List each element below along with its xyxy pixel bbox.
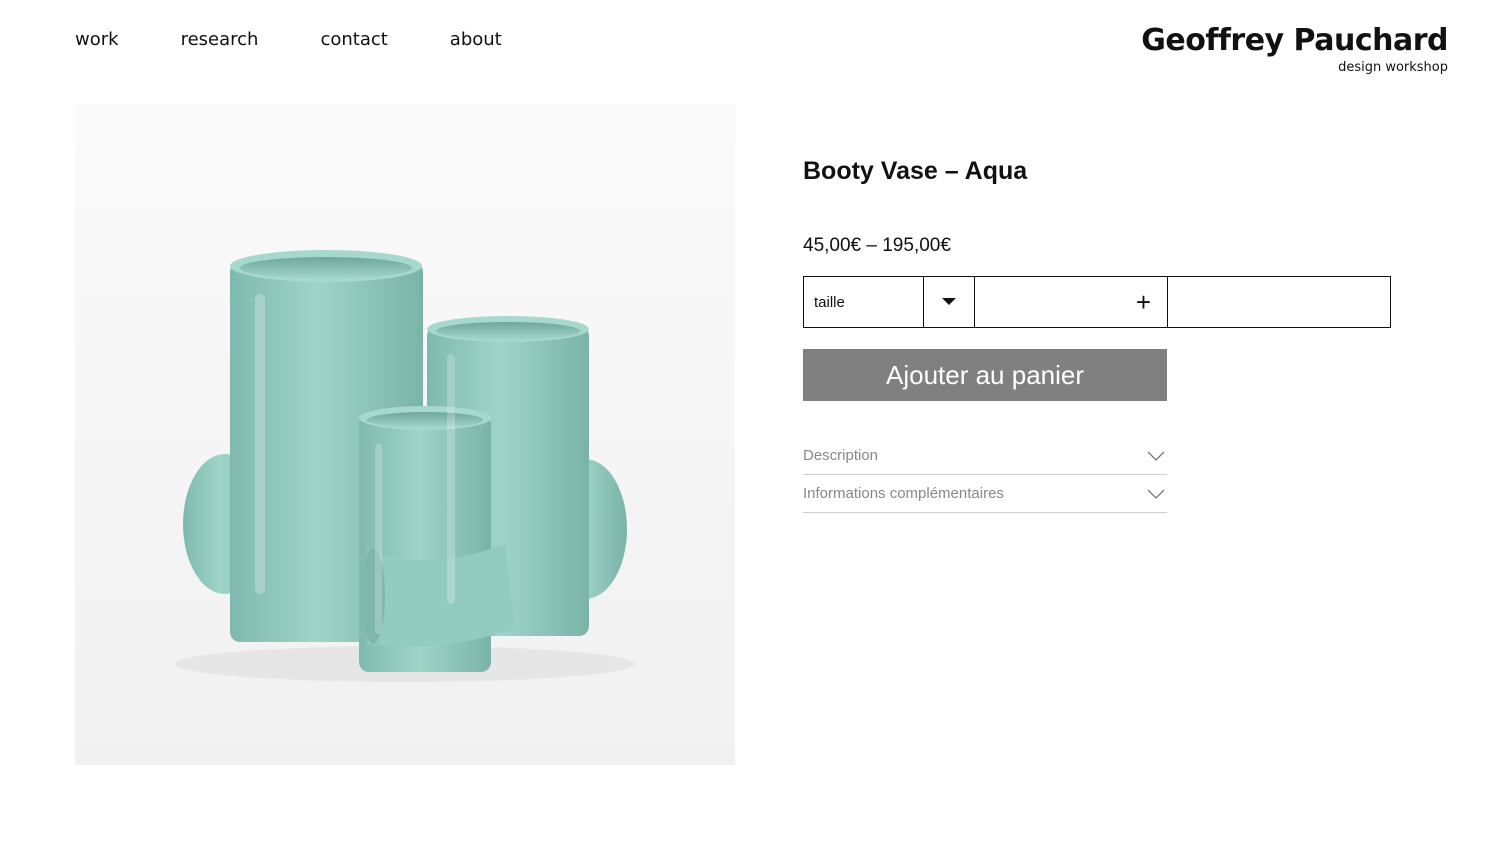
nav-link-research[interactable]: research [181,28,259,52]
product-price: 45,00€ – 195,00€ [803,235,951,256]
aqua-vase-photo [75,104,735,765]
caret-down-icon [942,298,956,305]
nav-link-work[interactable]: work [75,28,119,52]
accordion-item-description[interactable]: Description [803,437,1167,475]
brand-name: Geoffrey Pauchard [1141,23,1448,58]
accordion-label: Informations complémentaires [803,485,1004,502]
product-title: Booty Vase – Aqua [803,157,1028,185]
accordion-label: Description [803,447,879,464]
accordion-item-info[interactable]: Informations complémentaires [803,475,1167,513]
product-accordion: Description Informations complémentaires [803,437,1167,513]
size-select-label: taille [814,293,845,311]
brand-logo[interactable]: Geoffrey Pauchard design workshop [1141,22,1448,76]
size-select[interactable]: taille [804,277,924,327]
chevron-down-icon [1147,489,1165,499]
brand-tagline: design workshop [1338,60,1448,75]
variation-extra-cell [1168,277,1390,327]
main-nav: work research contact about [75,28,564,52]
add-to-cart-button[interactable]: Ajouter au panier [803,349,1167,401]
plus-icon[interactable]: + [1136,289,1151,315]
chevron-down-icon [1147,451,1165,461]
product-image[interactable] [75,104,735,765]
variation-form: taille + [803,276,1391,328]
nav-link-about[interactable]: about [450,28,502,52]
nav-link-contact[interactable]: contact [320,28,387,52]
quantity-stepper[interactable]: + [975,277,1168,327]
size-select-toggle[interactable] [924,277,975,327]
